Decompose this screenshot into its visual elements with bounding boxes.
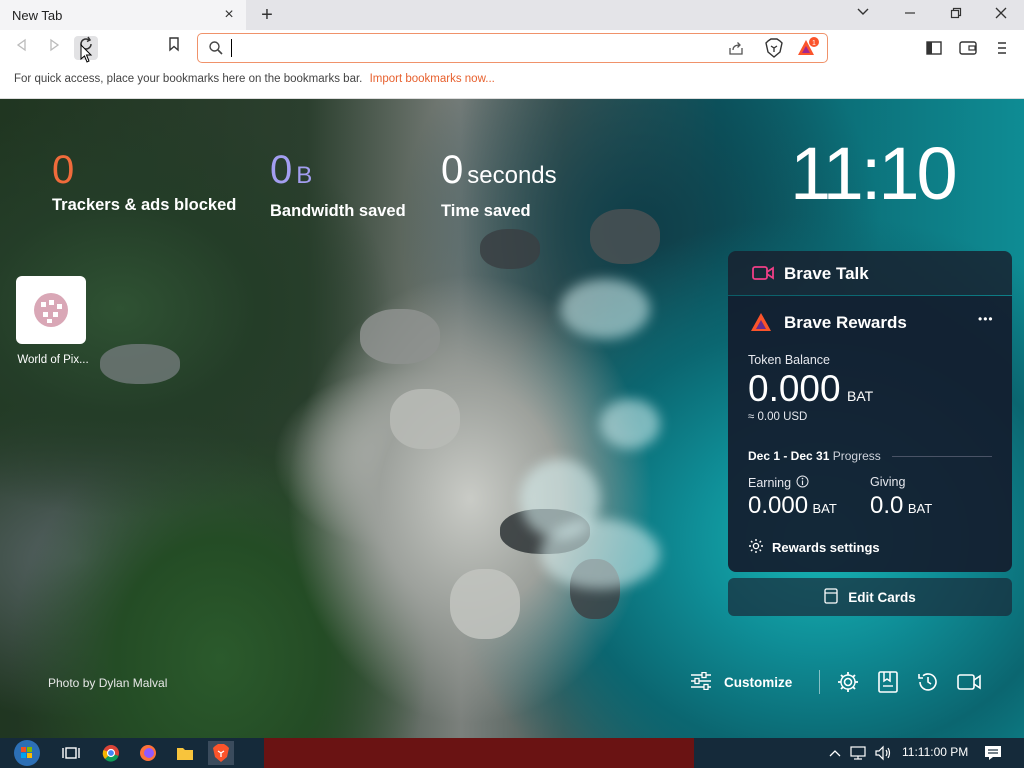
period-dates: Dec 1 - Dec 31 bbox=[748, 449, 830, 463]
tab-strip: New Tab × + bbox=[0, 0, 1024, 30]
share-icon[interactable] bbox=[724, 36, 748, 60]
history-icon[interactable] bbox=[916, 670, 940, 694]
token-balance: 0.000 BAT bbox=[748, 368, 873, 410]
brave-talk-card[interactable]: Brave Talk bbox=[728, 251, 1012, 295]
bookmarks-hint-text: For quick access, place your bookmarks h… bbox=[14, 73, 363, 85]
gear-icon bbox=[748, 538, 764, 557]
new-tab-button[interactable]: + bbox=[256, 4, 278, 26]
bandwidth-unit: B bbox=[296, 162, 313, 189]
address-input[interactable] bbox=[230, 39, 710, 57]
brave-rewards-icon[interactable]: 1 bbox=[796, 36, 820, 60]
volume-icon[interactable] bbox=[872, 741, 894, 765]
customize-label: Customize bbox=[724, 674, 793, 690]
edit-cards-button[interactable]: Edit Cards bbox=[728, 578, 1012, 616]
windows-taskbar: 11:11:00 PM bbox=[0, 738, 1024, 768]
notifications-icon[interactable] bbox=[980, 741, 1006, 765]
bookmarks-panel-icon[interactable] bbox=[876, 670, 900, 694]
text-caret bbox=[231, 39, 232, 57]
import-bookmarks-link[interactable]: Import bookmarks now... bbox=[370, 73, 495, 85]
stat-trackers-blocked: 0 Trackers & ads blocked bbox=[52, 150, 236, 215]
bat-logo-icon bbox=[750, 312, 772, 337]
network-icon[interactable] bbox=[848, 741, 868, 765]
firefox-icon[interactable] bbox=[135, 741, 161, 765]
giving-unit: BAT bbox=[907, 501, 933, 516]
video-camera-icon bbox=[752, 264, 774, 287]
top-site-label[interactable]: World of Pix... bbox=[10, 354, 96, 366]
edit-cards-label: Edit Cards bbox=[848, 589, 916, 605]
brave-talk-icon[interactable] bbox=[956, 670, 981, 694]
info-icon[interactable] bbox=[796, 475, 809, 491]
brave-rewards-title: Brave Rewards bbox=[784, 313, 907, 332]
brave-taskbar-icon[interactable] bbox=[208, 741, 234, 765]
windows-start-icon[interactable] bbox=[12, 740, 42, 766]
more-options-icon[interactable]: ••• bbox=[978, 312, 994, 326]
bookmarks-bar-hint: For quick access, place your bookmarks h… bbox=[14, 73, 495, 85]
earning-unit: BAT bbox=[812, 501, 837, 516]
sliders-icon bbox=[690, 671, 712, 693]
tab-new-tab[interactable]: New Tab × bbox=[0, 0, 246, 30]
time-count: 0 bbox=[441, 148, 464, 192]
taskbar-clock[interactable]: 11:11:00 PM bbox=[902, 745, 968, 759]
tab-search-icon[interactable] bbox=[849, 3, 877, 27]
stat-time-saved: 0 seconds Time saved bbox=[441, 150, 557, 221]
bottom-divider bbox=[819, 670, 820, 694]
giving-label: Giving bbox=[870, 475, 906, 489]
task-view-icon[interactable] bbox=[58, 741, 84, 765]
toolbar: 1 bbox=[0, 30, 1024, 66]
usd-value: ≈ 0.00 USD bbox=[748, 411, 808, 423]
menu-icon[interactable] bbox=[990, 36, 1014, 60]
earning-label-row: Earning bbox=[748, 475, 809, 491]
brave-rewards-card: Brave Rewards ••• Token Balance 0.000 BA… bbox=[728, 296, 1012, 572]
balance-unit: BAT bbox=[847, 388, 874, 404]
taskbar-active-window[interactable] bbox=[264, 738, 694, 768]
time-unit: seconds bbox=[467, 162, 557, 189]
chrome-icon[interactable] bbox=[98, 741, 124, 765]
sidebar-icon[interactable] bbox=[922, 36, 946, 60]
giving-amount: 0.0 BAT bbox=[870, 492, 932, 520]
tab-title: New Tab bbox=[12, 7, 63, 23]
settings-gear-icon[interactable] bbox=[836, 670, 860, 694]
world-of-pixels-icon bbox=[34, 293, 68, 327]
tray-chevron-icon[interactable] bbox=[826, 741, 844, 765]
back-button[interactable] bbox=[10, 36, 34, 60]
close-window-button[interactable] bbox=[987, 3, 1015, 27]
brave-talk-title: Brave Talk bbox=[784, 264, 869, 283]
address-bar[interactable]: 1 bbox=[197, 33, 828, 63]
forward-button[interactable] bbox=[42, 36, 66, 60]
restore-button[interactable] bbox=[942, 3, 970, 27]
file-explorer-icon[interactable] bbox=[172, 741, 198, 765]
earning-value: 0.000 bbox=[748, 492, 809, 519]
progress-label: Progress bbox=[832, 449, 881, 463]
bookmarks-bar: For quick access, place your bookmarks h… bbox=[0, 66, 1024, 99]
search-icon bbox=[208, 40, 224, 56]
mouse-cursor bbox=[80, 43, 94, 69]
top-site-tile[interactable] bbox=[16, 276, 86, 344]
customize-button[interactable]: Customize bbox=[690, 670, 792, 694]
time-label: Time saved bbox=[441, 202, 531, 220]
stat-bandwidth-saved: 0B Bandwidth saved bbox=[270, 150, 406, 221]
tab-close-icon[interactable]: × bbox=[220, 6, 238, 24]
progress-divider bbox=[892, 456, 992, 457]
giving-value: 0.0 bbox=[870, 492, 904, 519]
wallet-icon[interactable] bbox=[956, 36, 980, 60]
trackers-label: Trackers & ads blocked bbox=[52, 196, 237, 214]
rewards-badge-count: 1 bbox=[812, 40, 816, 47]
earning-label: Earning bbox=[748, 476, 792, 490]
earning-amount: 0.000 BAT bbox=[748, 492, 837, 520]
bookmark-icon[interactable] bbox=[162, 36, 186, 60]
clock: 11:10 bbox=[790, 132, 958, 215]
bandwidth-count: 0 bbox=[270, 148, 293, 192]
cards-icon bbox=[824, 587, 838, 607]
brave-shields-icon[interactable] bbox=[762, 36, 786, 60]
browser-window: New Tab × + 1 For quick access, place yo… bbox=[0, 0, 1024, 768]
photo-credit[interactable]: Photo by Dylan Malval bbox=[48, 676, 167, 690]
token-balance-label: Token Balance bbox=[748, 353, 831, 367]
balance-value: 0.000 bbox=[748, 368, 841, 409]
rewards-settings-label: Rewards settings bbox=[772, 540, 880, 555]
trackers-count: 0 bbox=[52, 148, 75, 192]
bandwidth-label: Bandwidth saved bbox=[270, 202, 406, 220]
minimize-button[interactable] bbox=[896, 3, 924, 27]
progress-period: Dec 1 - Dec 31 Progress bbox=[748, 449, 881, 463]
rewards-settings-link[interactable]: Rewards settings bbox=[748, 538, 880, 557]
